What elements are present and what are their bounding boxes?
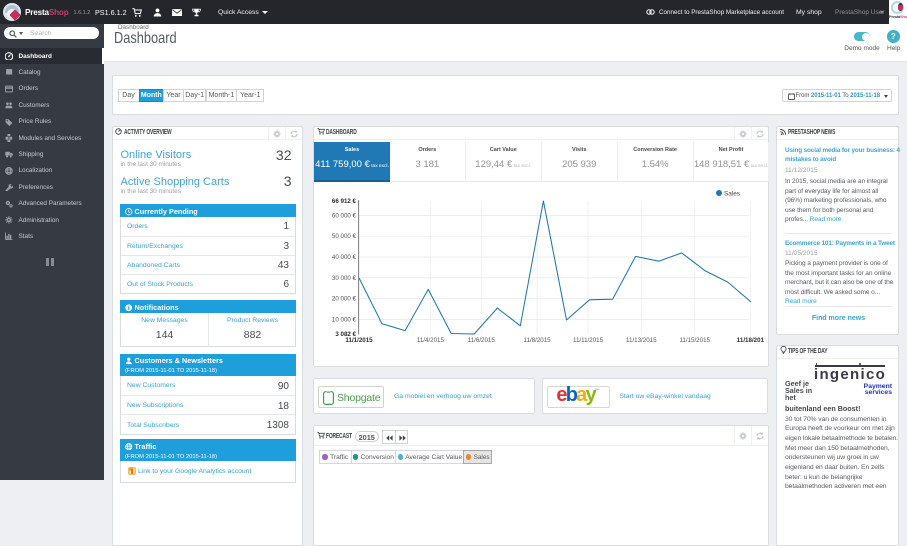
svg-text:10 000 €: 10 000 € xyxy=(332,317,357,324)
svg-text:60 000 €: 60 000 € xyxy=(332,212,357,219)
svg-text:20 000 €: 20 000 € xyxy=(332,296,357,303)
svg-text:11/1/2015: 11/1/2015 xyxy=(345,337,373,344)
svg-text:11/6/2015: 11/6/2015 xyxy=(468,337,496,344)
svg-text:66 912 €: 66 912 € xyxy=(332,198,357,205)
svg-text:30 000 €: 30 000 € xyxy=(332,275,357,282)
svg-text:11/4/2015: 11/4/2015 xyxy=(417,337,445,344)
svg-text:11/15/2015: 11/15/2015 xyxy=(679,337,710,344)
svg-text:11/11/2015: 11/11/2015 xyxy=(573,337,604,344)
svg-text:50 000 €: 50 000 € xyxy=(332,233,357,240)
svg-text:40 000 €: 40 000 € xyxy=(332,254,357,261)
svg-text:11/8/2015: 11/8/2015 xyxy=(524,337,552,344)
svg-text:Sales: Sales xyxy=(724,191,740,198)
svg-text:11/18/201: 11/18/201 xyxy=(737,337,765,344)
svg-text:11/13/2015: 11/13/2015 xyxy=(626,337,657,344)
